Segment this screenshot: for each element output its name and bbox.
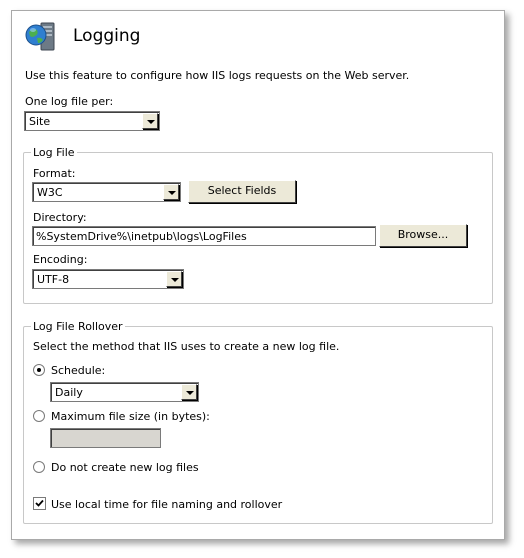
- logging-panel: Logging Use this feature to configure ho…: [11, 10, 505, 540]
- chevron-down-icon[interactable]: [142, 113, 158, 129]
- max-file-size-label: Maximum file size (in bytes):: [51, 410, 210, 423]
- iis-server-globe-icon: [24, 20, 58, 54]
- schedule-value: Daily: [55, 386, 83, 399]
- max-file-size-input[interactable]: [50, 428, 161, 448]
- log-file-per-dropdown[interactable]: Site: [24, 111, 160, 131]
- directory-input[interactable]: %SystemDrive%\inetpub\logs\LogFiles: [32, 226, 376, 246]
- format-label: Format:: [33, 167, 76, 180]
- format-value: W3C: [37, 186, 63, 199]
- schedule-radio[interactable]: [33, 364, 45, 376]
- browse-button[interactable]: Browse...: [379, 224, 467, 247]
- log-file-per-label: One log file per:: [25, 95, 114, 108]
- encoding-value: UTF-8: [37, 273, 70, 286]
- no-new-log-files-radio[interactable]: [33, 461, 45, 473]
- log-file-rollover-group: [23, 326, 493, 524]
- chevron-down-icon[interactable]: [181, 384, 197, 400]
- schedule-dropdown[interactable]: Daily: [50, 382, 199, 402]
- rollover-legend: Log File Rollover: [31, 320, 125, 333]
- rollover-instruction: Select the method that IIS uses to creat…: [33, 340, 340, 353]
- chevron-down-icon[interactable]: [166, 271, 182, 287]
- format-dropdown[interactable]: W3C: [32, 182, 181, 202]
- log-file-legend: Log File: [31, 146, 77, 159]
- local-time-label: Use local time for file naming and rollo…: [51, 498, 283, 511]
- select-fields-button[interactable]: Select Fields: [188, 180, 296, 203]
- page-title: Logging: [73, 26, 141, 46]
- checkmark-icon: [35, 499, 44, 507]
- directory-label: Directory:: [33, 211, 87, 224]
- local-time-checkbox[interactable]: [33, 497, 46, 510]
- no-new-log-files-label: Do not create new log files: [51, 461, 199, 474]
- description-text: Use this feature to configure how IIS lo…: [25, 69, 410, 82]
- log-file-per-value: Site: [29, 115, 51, 128]
- directory-value: %SystemDrive%\inetpub\logs\LogFiles: [36, 230, 247, 243]
- schedule-label: Schedule:: [51, 364, 106, 377]
- encoding-dropdown[interactable]: UTF-8: [32, 269, 184, 289]
- chevron-down-icon[interactable]: [163, 184, 179, 200]
- encoding-label: Encoding:: [33, 253, 88, 266]
- max-file-size-radio[interactable]: [33, 410, 45, 422]
